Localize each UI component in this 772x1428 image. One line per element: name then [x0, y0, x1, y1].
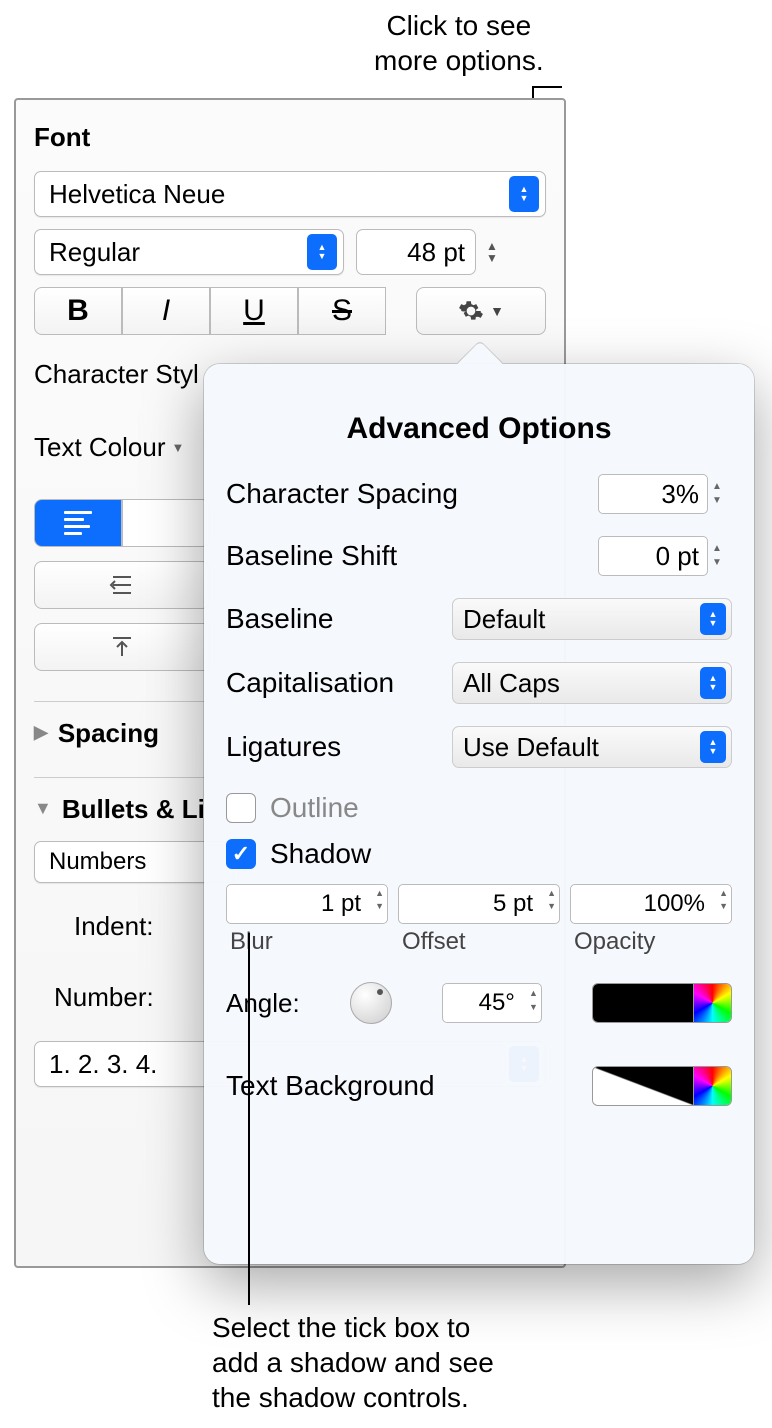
angle-input[interactable]: 45° ▲▼ [442, 983, 542, 1023]
text-background-label: Text Background [226, 1070, 435, 1102]
dropdown-icon [307, 234, 337, 270]
stepper-arrows[interactable]: ▲▼ [375, 889, 384, 911]
baseline-select[interactable]: Default [452, 598, 732, 640]
align-button[interactable] [122, 499, 210, 547]
dropdown-icon [700, 667, 726, 699]
font-style-select[interactable]: Regular [34, 229, 344, 275]
callout-top: Click to see more options. [374, 8, 544, 78]
align-left-icon [64, 511, 92, 535]
ligatures-label: Ligatures [226, 731, 341, 763]
shadow-offset-input[interactable]: 5 pt ▲▼ [398, 884, 560, 924]
baseline-shift-label: Baseline Shift [226, 540, 397, 572]
color-picker-icon[interactable] [693, 984, 731, 1022]
blur-label: Blur [226, 928, 388, 956]
color-swatch [593, 1067, 693, 1105]
stepper-arrows[interactable]: ▲▼ [719, 889, 728, 911]
chevron-right-icon: ▶ [34, 722, 48, 743]
callout-bottom: Select the tick box to add a shadow and … [212, 1310, 494, 1415]
underline-button[interactable]: U [210, 287, 298, 335]
angle-dial[interactable] [350, 982, 392, 1024]
gear-icon [458, 298, 484, 324]
indent-right-button[interactable] [34, 561, 210, 609]
character-spacing-label: Character Spacing [226, 478, 458, 510]
indent-icon [107, 574, 137, 596]
callout-leader [248, 933, 250, 1305]
shadow-label: Shadow [270, 838, 371, 870]
align-left-button[interactable] [34, 499, 122, 547]
capitalisation-label: Capitalisation [226, 667, 394, 699]
offset-label: Offset [398, 928, 560, 956]
angle-label: Angle: [226, 988, 300, 1019]
popover-title: Advanced Options [226, 412, 732, 446]
font-section-title: Font [34, 122, 546, 153]
align-top-icon [109, 634, 135, 660]
chevron-down-icon[interactable]: ▼ [172, 440, 185, 455]
stepper-arrows[interactable]: ▲▼ [480, 229, 504, 275]
font-size-stepper[interactable]: 48 pt ▲▼ [356, 229, 504, 275]
baseline-shift-input[interactable]: 0 pt [598, 536, 708, 576]
advanced-options-popover: Advanced Options Character Spacing 3% ▲▼… [204, 364, 754, 1264]
opacity-label: Opacity [570, 928, 732, 956]
text-background-color-well[interactable] [592, 1066, 732, 1106]
color-picker-icon[interactable] [693, 1067, 731, 1105]
dropdown-icon [700, 731, 726, 763]
stepper-arrows[interactable]: ▲▼ [712, 536, 732, 576]
font-style-value: Regular [49, 237, 140, 268]
stepper-arrows[interactable]: ▲▼ [547, 889, 556, 911]
chevron-down-icon: ▼ [490, 303, 504, 319]
list-type-value: Numbers [49, 848, 146, 876]
shadow-color-well[interactable] [592, 983, 732, 1023]
font-family-select[interactable]: Helvetica Neue [34, 171, 546, 217]
vertical-align-top-button[interactable] [34, 623, 210, 671]
italic-button[interactable]: I [122, 287, 210, 335]
shadow-opacity-input[interactable]: 100% ▲▼ [570, 884, 732, 924]
outline-checkbox[interactable] [226, 793, 256, 823]
number-format-value: 1. 2. 3. 4. [49, 1049, 157, 1080]
chevron-down-icon: ▼ [34, 798, 52, 819]
callout-leader [532, 86, 562, 88]
dropdown-icon [700, 603, 726, 635]
bold-button[interactable]: B [34, 287, 122, 335]
ligatures-select[interactable]: Use Default [452, 726, 732, 768]
font-size-value[interactable]: 48 pt [356, 229, 476, 275]
capitalisation-select[interactable]: All Caps [452, 662, 732, 704]
color-swatch [593, 984, 693, 1022]
shadow-blur-input[interactable]: 1 pt ▲▼ [226, 884, 388, 924]
baseline-label: Baseline [226, 603, 333, 635]
strikethrough-button[interactable]: S [298, 287, 386, 335]
stepper-arrows[interactable]: ▲▼ [712, 474, 732, 514]
shadow-checkbox[interactable] [226, 839, 256, 869]
outline-label: Outline [270, 792, 359, 824]
character-spacing-input[interactable]: 3% [598, 474, 708, 514]
dropdown-icon [509, 176, 539, 212]
font-family-value: Helvetica Neue [49, 179, 225, 210]
stepper-arrows[interactable]: ▲▼ [529, 988, 538, 1012]
advanced-options-button[interactable]: ▼ [416, 287, 546, 335]
